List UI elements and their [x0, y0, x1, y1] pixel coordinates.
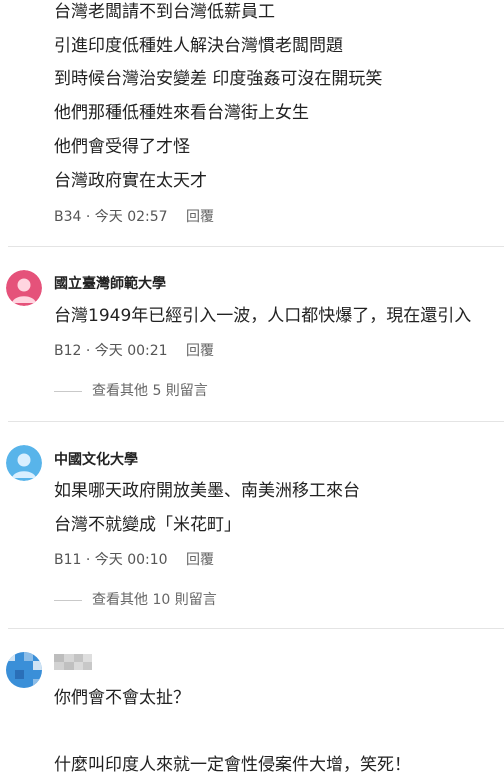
avatar	[6, 445, 42, 481]
divider	[8, 421, 504, 422]
comment-line: 到時候台灣治安變差 印度強姦可沒在開玩笑	[54, 69, 383, 89]
comment-time: 今天 00:10	[94, 552, 168, 568]
comment-line: 台灣老闆請不到台灣低薪員工	[54, 2, 275, 22]
view-more-replies[interactable]: 查看其他 5 則留言	[54, 380, 208, 400]
floor-number: B12	[54, 343, 82, 359]
dash-icon	[54, 599, 82, 601]
comment-line: 如果哪天政府開放美墨、南美洲移工來台	[54, 481, 360, 501]
avatar	[6, 652, 42, 688]
blurred-name-icon	[54, 654, 92, 670]
floor-number: B11	[54, 552, 82, 568]
comment-meta: B11 · 今天 00:10 回覆	[54, 549, 214, 569]
divider	[8, 246, 504, 247]
comment-line: 引進印度低種姓人解決台灣慣老闆問題	[54, 36, 343, 56]
comment-line: 台灣不就變成「米花町」	[54, 515, 241, 535]
comment-line: 你們會不會太扯？	[54, 688, 190, 708]
view-more-label: 查看其他 10 則留言	[92, 592, 217, 608]
divider	[8, 628, 504, 629]
comment-time: 今天 02:57	[94, 209, 168, 225]
view-more-label: 查看其他 5 則留言	[92, 383, 208, 399]
author-name[interactable]: 中國文化大學	[54, 449, 138, 469]
user-avatar-icon	[6, 445, 42, 481]
comment-line: 他們會受得了才怪	[54, 137, 190, 157]
avatar	[6, 270, 42, 306]
comment-line: 他們那種低種姓來看台灣街上女生	[54, 103, 309, 123]
comment-line: 台灣政府實在太天才	[54, 171, 207, 191]
meta-separator: ·	[85, 552, 91, 568]
dash-icon	[54, 390, 82, 392]
blurred-author-name	[54, 654, 92, 670]
floor-number: B34	[54, 209, 82, 225]
reply-button[interactable]: 回覆	[186, 343, 214, 359]
comment-meta: B12 · 今天 00:21 回覆	[54, 340, 214, 360]
pixelated-avatar-icon	[6, 652, 42, 688]
view-more-replies[interactable]: 查看其他 10 則留言	[54, 589, 217, 609]
meta-separator: ·	[85, 209, 91, 225]
comment-meta: B34 · 今天 02:57 回覆	[54, 206, 214, 226]
reply-button[interactable]: 回覆	[186, 209, 214, 225]
author-name[interactable]: 國立臺灣師範大學	[54, 273, 166, 293]
comment-time: 今天 00:21	[94, 343, 168, 359]
reply-button[interactable]: 回覆	[186, 552, 214, 568]
comment-line: 什麼叫印度人來就一定會性侵案件大增，笑死！	[54, 755, 411, 775]
meta-separator: ·	[85, 343, 91, 359]
comment-line: 台灣1949年已經引入一波，人口都快爆了，現在還引入	[54, 306, 472, 326]
user-avatar-icon	[6, 270, 42, 306]
